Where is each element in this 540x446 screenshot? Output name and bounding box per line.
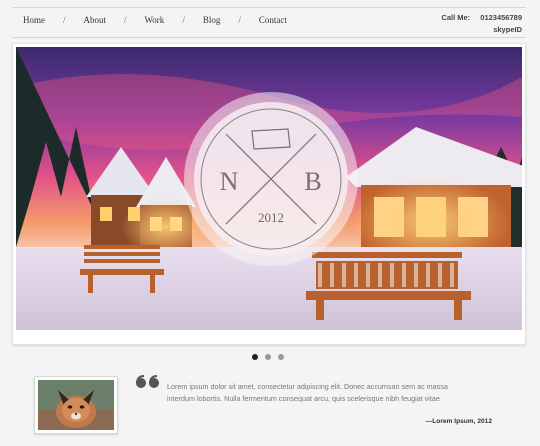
nav-separator: / <box>124 15 127 25</box>
contact-info: Call Me: 0123456789 skypeID <box>441 12 522 36</box>
nav-item-contact[interactable]: Contact <box>259 15 287 25</box>
brand-logo-badge: N B 2012 <box>184 92 358 266</box>
image-slider: N B 2012 <box>12 43 526 345</box>
slider-dot-1[interactable] <box>252 354 258 360</box>
nav-separator: / <box>63 15 66 25</box>
slider-dot-3[interactable] <box>278 354 284 360</box>
call-label: Call Me: <box>441 13 471 22</box>
testimonial-author: —Lorem Ipsum, 2012 <box>425 418 492 425</box>
testimonial-quote: Lorem ipsum dolor sit amet, consectetur … <box>167 382 448 403</box>
winter-scene-illustration: N B 2012 <box>16 47 522 330</box>
logo-year: 2012 <box>258 210 284 225</box>
skype-id: skypeID <box>493 25 522 34</box>
testimonial-photo <box>34 376 118 434</box>
logo-letter-left: N <box>220 167 239 196</box>
nav-separator: / <box>238 15 241 25</box>
main-nav: Home / About / Work / Blog / Contact <box>12 15 287 25</box>
quote-icon <box>136 375 159 388</box>
logo-letter-right: B <box>304 167 321 196</box>
phone-number: 0123456789 <box>480 13 522 22</box>
top-rule <box>12 7 526 8</box>
footer-text <box>215 440 425 446</box>
nav-item-blog[interactable]: Blog <box>203 15 221 25</box>
nav-item-about[interactable]: About <box>84 15 107 25</box>
slider-pagination <box>252 354 284 360</box>
header-rule <box>12 37 526 38</box>
slide-image[interactable]: N B 2012 <box>16 47 522 330</box>
nav-item-home[interactable]: Home <box>23 15 45 25</box>
nav-separator: / <box>182 15 185 25</box>
caracal-photo <box>38 380 114 430</box>
slider-dot-2[interactable] <box>265 354 271 360</box>
nav-item-work[interactable]: Work <box>145 15 165 25</box>
